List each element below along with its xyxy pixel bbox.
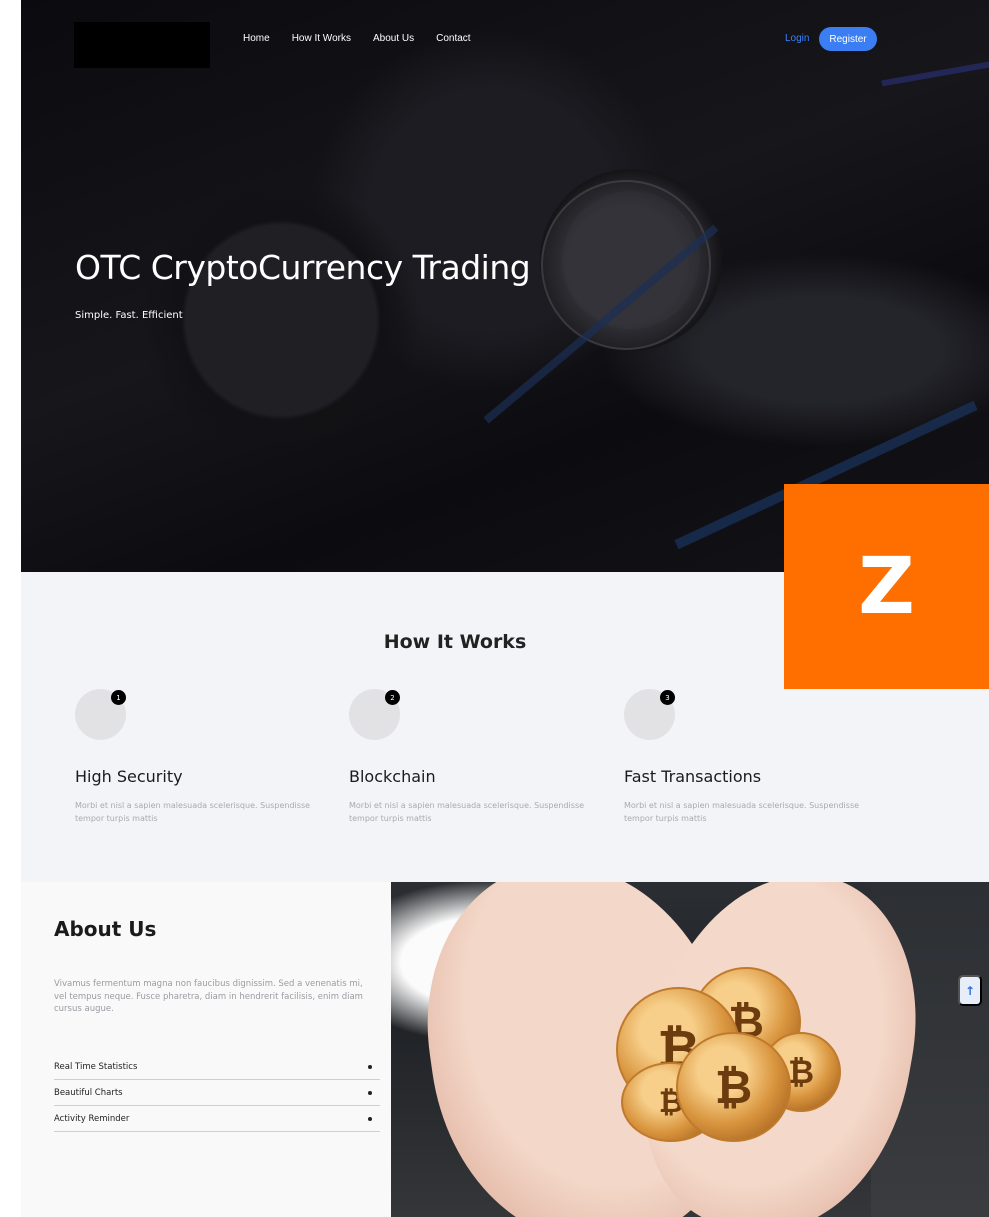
hero-title: OTC CryptoCurrency Trading [75, 248, 531, 287]
feature-item: Real Time Statistics [54, 1054, 380, 1080]
bullet-icon [368, 1090, 372, 1095]
z-badge-letter: Z [858, 541, 915, 632]
hero-subtitle: Simple. Fast. Efficient [75, 310, 183, 321]
about-text: Vivamus fermentum magna non faucibus dig… [54, 979, 363, 1014]
z-badge: Z [784, 484, 989, 689]
feature-label: Activity Reminder [54, 1113, 130, 1124]
hands-with-coins-image: ₿ ₿ ₿ ₿ ₿ [391, 882, 989, 1217]
about-title: About Us [54, 917, 157, 941]
nav-home[interactable]: Home [243, 33, 270, 44]
feature-list: Real Time Statistics Beautiful Charts Ac… [54, 1054, 380, 1132]
step-number-badge: 1 [111, 690, 126, 705]
feature-label: Real Time Statistics [54, 1061, 138, 1072]
bitcoin-coin-icon: ₿ [676, 1032, 791, 1142]
register-button[interactable]: Register [819, 27, 877, 51]
hero-coin-image [541, 180, 711, 350]
scroll-to-top-button[interactable]: ↑ [958, 975, 982, 1006]
step-text: Morbi et nisl a sapien malesuada sceleri… [624, 801, 860, 823]
feature-label: Beautiful Charts [54, 1087, 123, 1098]
nav-about-us[interactable]: About Us [373, 33, 414, 44]
step-number-badge: 2 [385, 690, 400, 705]
bullet-icon [368, 1116, 372, 1121]
bullet-icon [368, 1064, 372, 1069]
site-logo[interactable] [74, 22, 210, 68]
step-text: Morbi et nisl a sapien malesuada sceleri… [75, 801, 311, 823]
page: Home How It Works About Us Contact Login… [0, 0, 989, 1217]
feature-item: Activity Reminder [54, 1106, 380, 1132]
how-it-works-title: How It Works [383, 631, 527, 653]
main-nav: Home How It Works About Us Contact [243, 33, 493, 44]
nav-contact[interactable]: Contact [436, 33, 470, 44]
step-title: Fast Transactions [624, 767, 762, 786]
step-text: Morbi et nisl a sapien malesuada sceleri… [349, 801, 585, 823]
step-title: Blockchain [349, 767, 436, 786]
feature-item: Beautiful Charts [54, 1080, 380, 1106]
step-title: High Security [75, 767, 183, 786]
arrow-up-icon: ↑ [964, 983, 976, 998]
hero-decor [881, 59, 989, 87]
step-number-badge: 3 [660, 690, 675, 705]
login-link[interactable]: Login [785, 33, 809, 44]
nav-how-it-works[interactable]: How It Works [292, 33, 351, 44]
